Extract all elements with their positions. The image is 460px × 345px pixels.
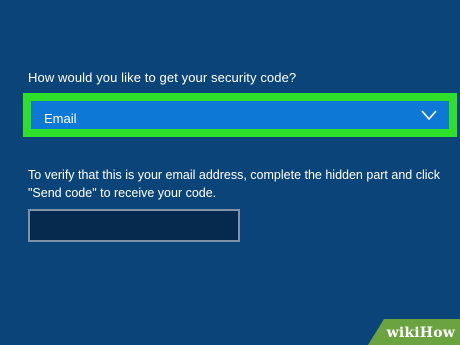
security-method-dropdown[interactable]: Email	[31, 101, 449, 129]
chevron-down-icon	[421, 110, 437, 121]
wikihow-watermark: wikiHow	[368, 319, 460, 345]
security-code-question: How would you like to get your security …	[28, 70, 297, 85]
dropdown-selected-value: Email	[44, 111, 77, 126]
verification-instructions: To verify that this is your email addres…	[28, 168, 441, 200]
highlight-box: Email	[23, 93, 457, 137]
security-code-screen: How would you like to get your security …	[0, 0, 460, 345]
email-hidden-part-input[interactable]	[28, 209, 240, 242]
watermark-text: wikiHow	[386, 325, 455, 341]
